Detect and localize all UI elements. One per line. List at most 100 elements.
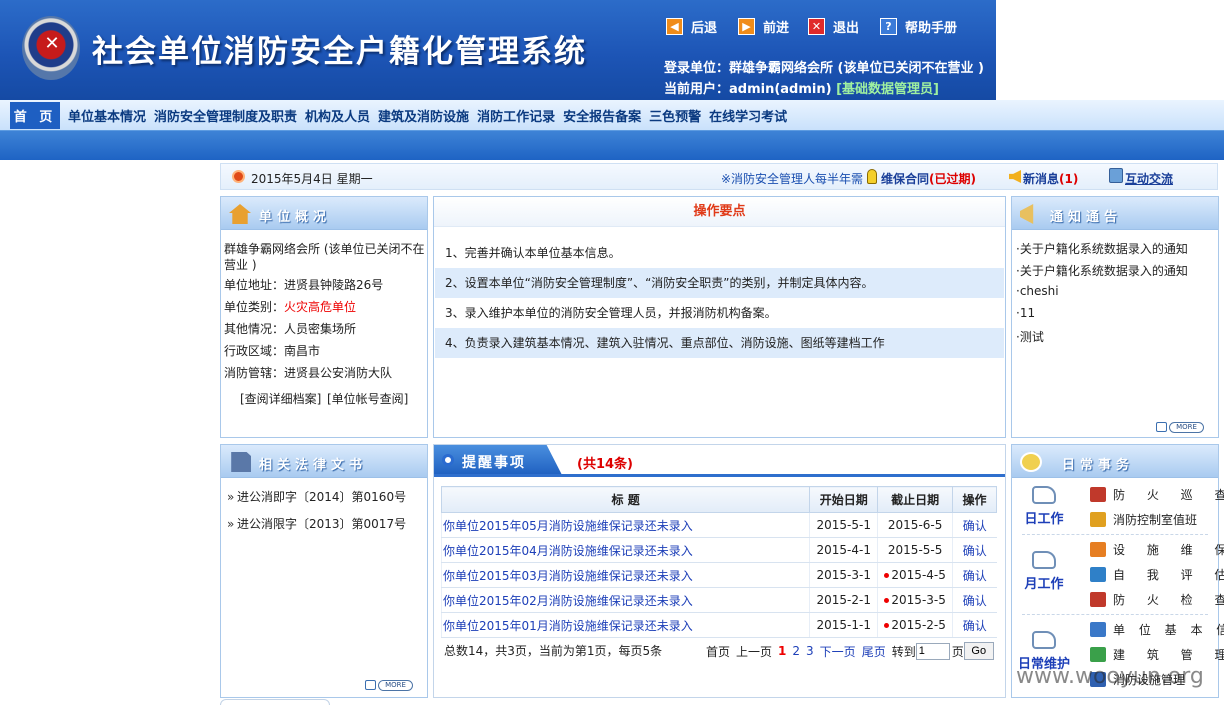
reminders-tab[interactable]: 提醒事项 [434,445,562,475]
nav-item-work-records[interactable]: 消防工作记录 [477,106,555,125]
contract-status: (已过期) [929,172,976,186]
reminder-title-link[interactable]: 你单位2015年05月消防设施维保记录还未录入 [440,512,810,538]
unit-name-link[interactable]: 群雄争霸网络会所 (该单位已关闭不在 [224,240,425,257]
unit-category-value: 火灾高危单位 [284,300,357,314]
reminders-tab-label: 提醒事项 [462,455,526,471]
nav-item-exam[interactable]: 在线学习考试 [709,106,787,125]
separator [1022,534,1208,535]
laws-panel-title: 相关法律文书 [259,458,368,473]
reminder-start-date: 2015-5-1 [809,512,878,538]
next-page-link[interactable]: 下一页 [820,643,856,660]
goto-label: 转到 [891,644,916,659]
daily-panel-title: 日常事务 [1062,458,1135,473]
notice-more-button[interactable]: MORE [1156,421,1204,433]
maintenance-contract-link[interactable]: 维保合同(已过期) [881,170,976,187]
reminder-title-link[interactable]: 你单位2015年03月消防设施维保记录还未录入 [440,562,810,588]
nav-item-unit-info[interactable]: 单位基本情况 [68,106,146,125]
info-chart-icon [1090,622,1106,637]
extinguisher-icon [1090,592,1106,607]
building-management-link[interactable]: 建 筑 管 理 [1090,646,1224,663]
current-user: 当前用户：admin(admin) [基础数据管理员] [664,78,939,97]
end-date-value: 2015-5-5 [887,543,943,557]
page-number-input[interactable] [915,642,950,660]
monthly-work-group[interactable]: 月工作 [1016,551,1072,592]
unit-name-link-cont[interactable]: 营业 ) [224,256,257,273]
nav-item-management-system[interactable]: 消防安全管理制度及职责 [154,106,297,125]
laws-more-button[interactable]: MORE [365,679,413,691]
law-document-item[interactable]: » 进公消即字〔2014〕第0160号 [227,488,406,505]
last-page-link[interactable]: 尾页 [862,643,886,660]
nav-item-warning[interactable]: 三色预警 [649,106,701,125]
table-row: 你单位2015年05月消防设施维保记录还未录入 2015-5-1 2015-6-… [440,512,997,538]
overdue-dot-icon [884,623,890,628]
page-2-link[interactable]: 2 [792,644,800,658]
control-room-duty-link[interactable]: 消防控制室值班 [1090,511,1197,528]
logout-label: 退出 [833,20,860,36]
confirm-link[interactable]: 确认 [952,537,997,563]
table-row: 你单位2015年02月消防设施维保记录还未录入 2015-2-1 2015-3-… [440,587,997,613]
hand-pointer-icon [1032,486,1056,504]
forward-label: 前进 [763,20,790,36]
bulb-icon [867,169,877,184]
reminder-title-link[interactable]: 你单位2015年01月消防设施维保记录还未录入 [440,612,810,638]
reminder-title-link[interactable]: 你单位2015年02月消防设施维保记录还未录入 [440,587,810,613]
nav-item-reports[interactable]: 安全报告备案 [563,106,641,125]
new-messages-link[interactable]: 新消息(1) [1023,170,1078,187]
self-assessment-link[interactable]: 自 我 评 估 [1090,566,1224,583]
unit-category: 单位类别：火灾高危单位 [224,298,356,315]
notice-item[interactable]: ·11 [1016,306,1035,320]
notice-item[interactable]: ·测试 [1016,328,1044,345]
end-date-value: 2015-3-5 [891,593,946,607]
help-button[interactable]: ? 帮助手册 [880,16,957,36]
nav-item-building[interactable]: 建筑及消防设施 [378,106,469,125]
interaction-link[interactable]: 互动交流 [1125,170,1173,187]
column-header-start: 开始日期 [809,486,879,513]
notice-item[interactable]: ·关于户籍化系统数据录入的通知 [1016,262,1188,279]
unit-category-label: 单位类别： [224,300,285,314]
confirm-link[interactable]: 确认 [952,562,997,588]
date-bar: 2015年5月4日 星期一 ※消防安全管理人每半年需 维保合同(已过期) 新消息… [220,163,1218,190]
reminder-start-date: 2015-4-1 [809,537,878,563]
go-button[interactable]: Go [963,642,994,660]
unit-basic-info-link[interactable]: 单 位 基 本 信 息 [1090,621,1224,638]
notice-item[interactable]: ·关于户籍化系统数据录入的通知 [1016,240,1188,257]
facility-maintenance-link[interactable]: 设 施 维 保 [1090,541,1224,558]
forward-button[interactable]: ▶ 前进 [738,16,789,36]
confirm-link[interactable]: 确认 [952,612,997,638]
unit-jurisdiction: 消防管辖：进贤县公安消防大队 [224,366,393,380]
contract-label: 维保合同 [881,172,930,186]
overdue-dot-icon [884,598,890,603]
house-icon [229,204,251,224]
view-archive-link[interactable]: [查阅详细档案] [240,390,321,407]
reminder-start-date: 2015-2-1 [809,587,878,613]
reminder-title-link[interactable]: 你单位2015年04月消防设施维保记录还未录入 [440,537,810,563]
notice-item[interactable]: ·cheshi [1016,284,1059,298]
law-document-item[interactable]: » 进公消限字〔2013〕第0017号 [227,515,406,532]
chat-icon [1109,168,1123,183]
operation-step-3: 3、录入维护本单位的消防安全管理人员，并报消防机构备案。 [445,306,777,320]
fire-patrol-link[interactable]: 防 火 巡 查 [1090,486,1224,503]
confirm-link[interactable]: 确认 [952,512,997,538]
view-account-link[interactable]: [单位帐号查阅] [327,390,408,407]
fire-inspection-link[interactable]: 防 火 检 查 [1090,591,1224,608]
control-room-icon [1090,512,1106,527]
page-1: 1 [778,644,787,658]
building-management-label: 建 筑 管 理 [1113,648,1224,662]
help-label: 帮助手册 [905,20,958,36]
logout-button[interactable]: ✕ 退出 [808,16,859,36]
system-title: 社会单位消防安全户籍化管理系统 [92,34,587,70]
scrolling-notice[interactable]: ※消防安全管理人每半年需 [721,170,863,187]
page-3-link[interactable]: 3 [806,644,814,658]
reminder-start-date: 2015-3-1 [809,562,878,588]
help-icon: ? [880,17,897,35]
nav-home[interactable]: 首 页 [10,101,60,129]
back-arrow-icon: ◀ [666,17,683,35]
nav-item-organization[interactable]: 机构及人员 [305,106,370,125]
unit-other: 其他情况：人员密集场所 [224,322,357,336]
daily-work-group[interactable]: 日工作 [1016,486,1072,527]
table-row: 你单位2015年03月消防设施维保记录还未录入 2015-3-1 2015-4-… [440,562,997,588]
confirm-link[interactable]: 确认 [952,587,997,613]
end-date-value: 2015-2-5 [891,618,946,632]
unit-panel-header: 单位概况 [221,197,427,230]
back-button[interactable]: ◀ 后退 [666,16,717,36]
